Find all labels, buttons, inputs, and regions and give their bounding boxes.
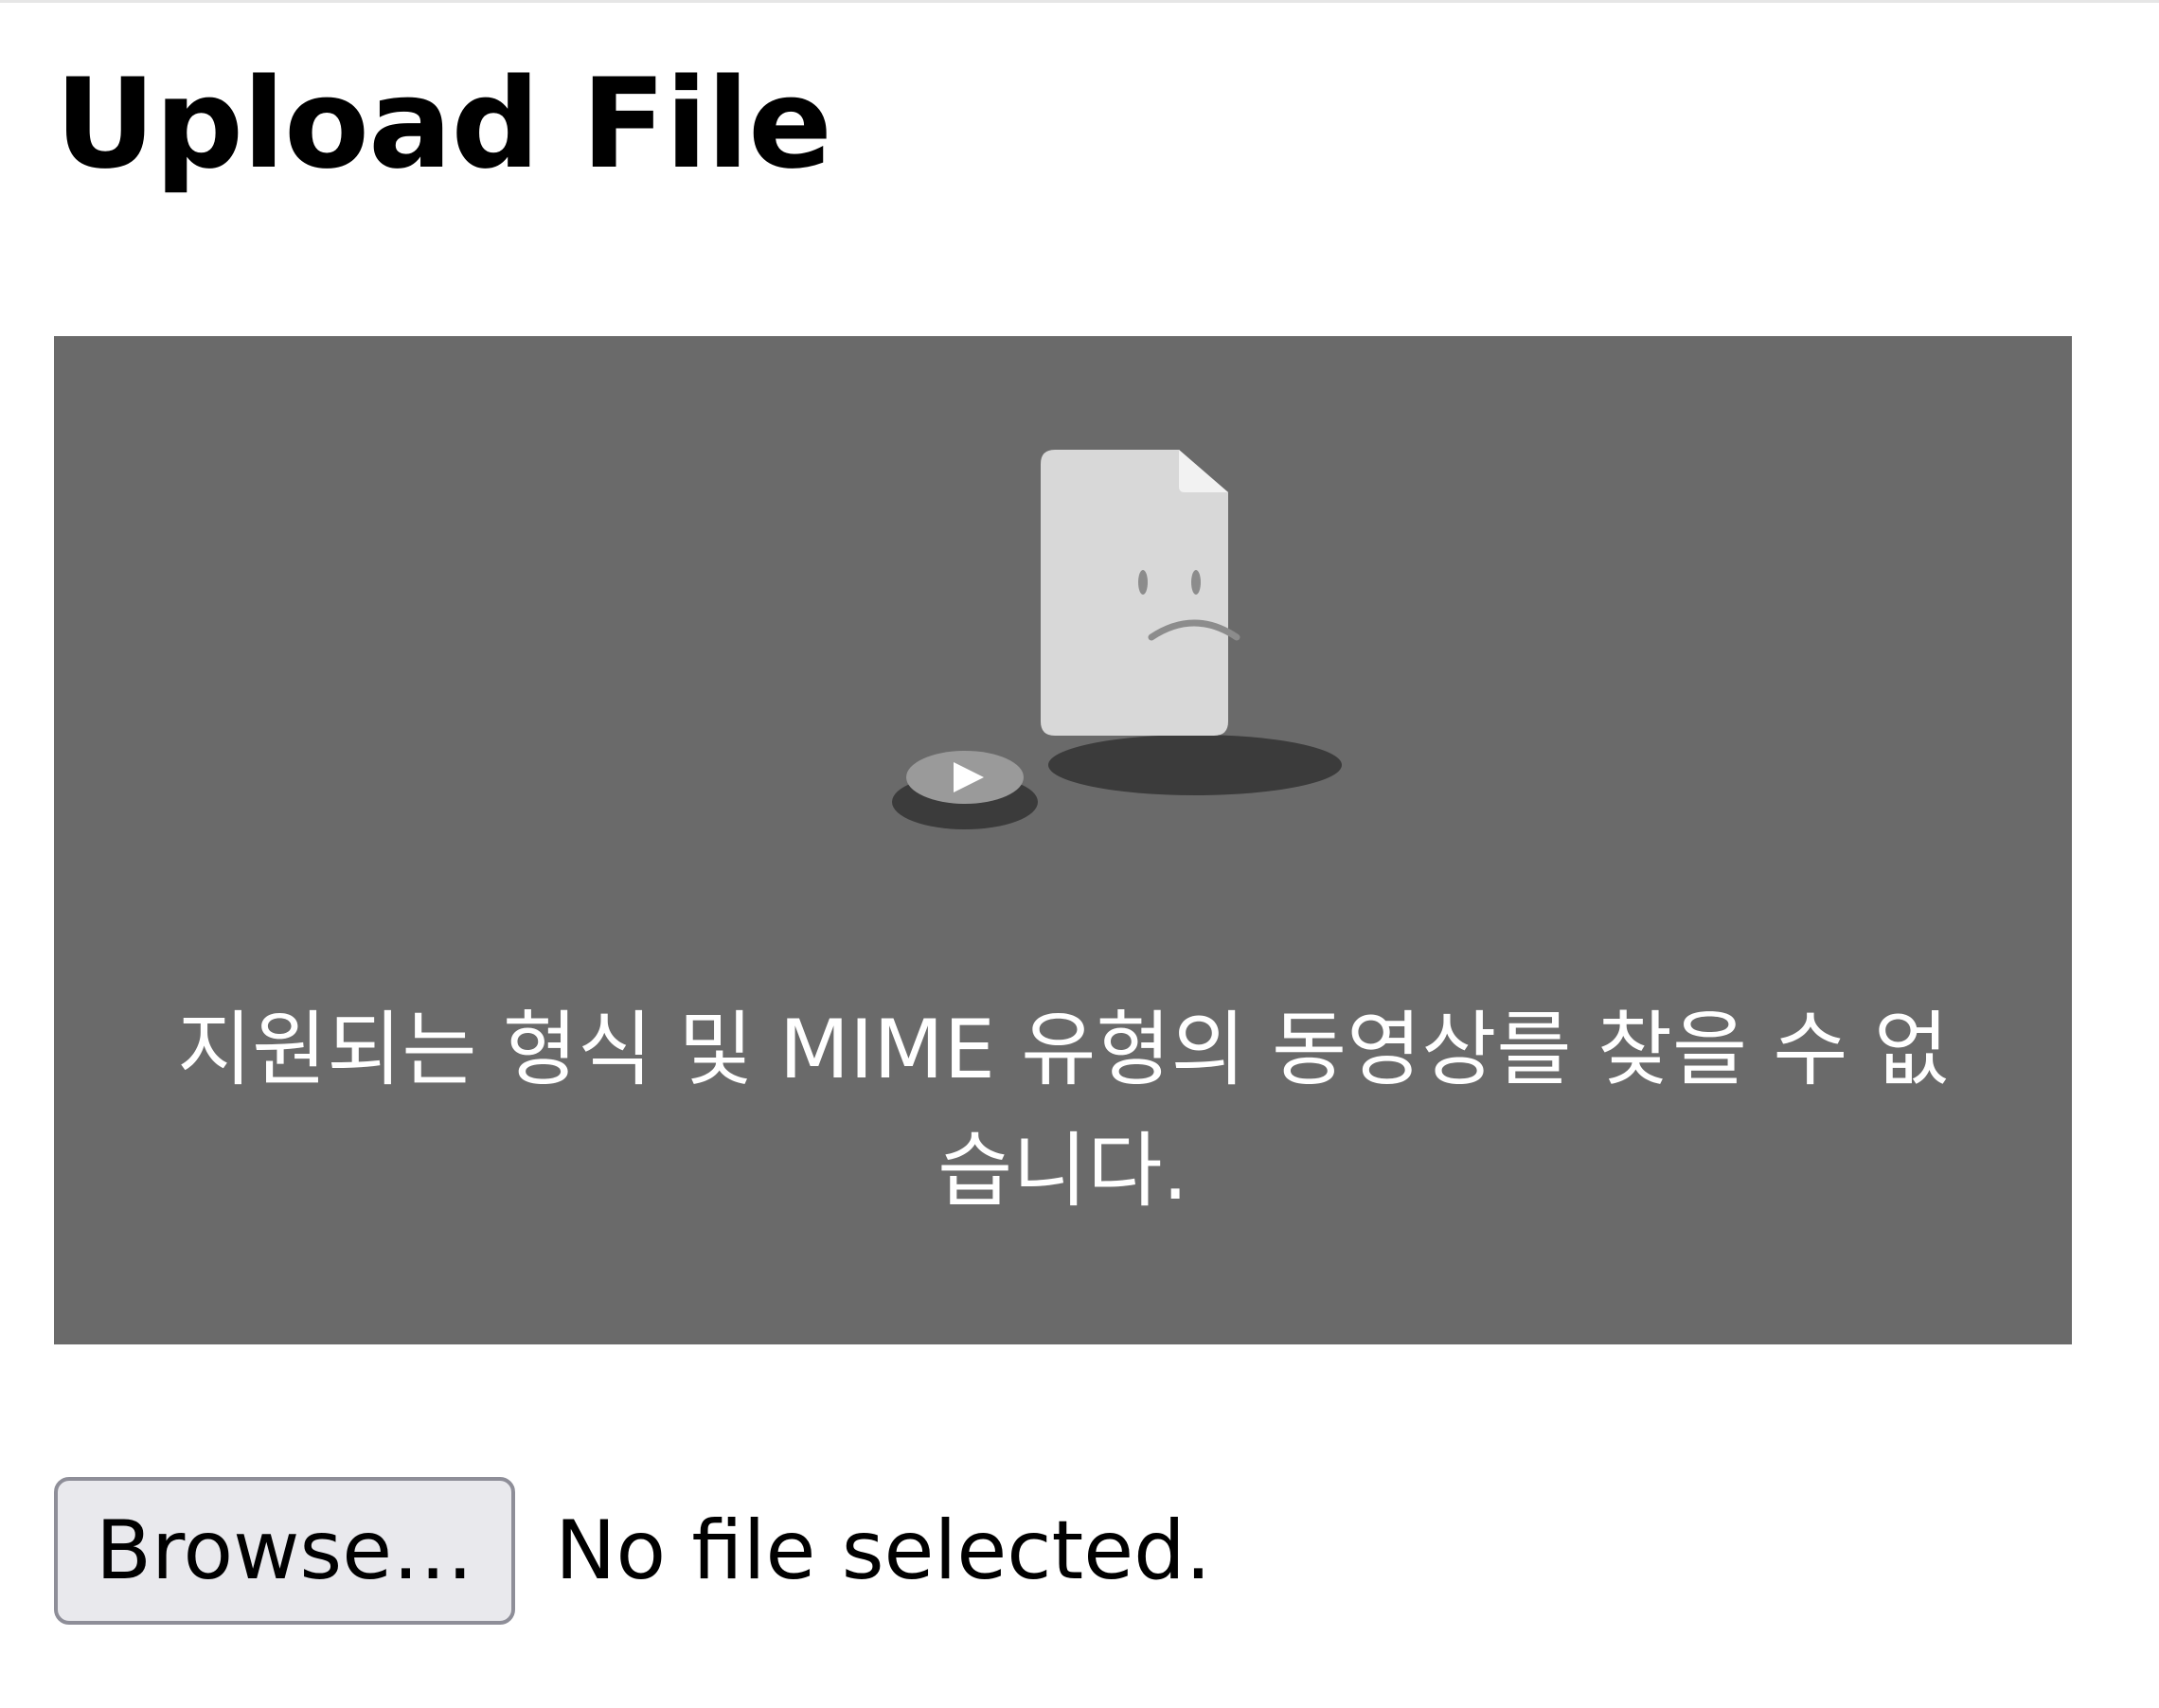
browse-button[interactable]: Browse…: [54, 1477, 516, 1625]
page-title: Upload File: [55, 51, 832, 196]
play-disc-icon: [906, 751, 1024, 804]
unsupported-video-illustration: [892, 450, 1342, 829]
video-error-message: 지원되는 형식 및 MIME 유형의 동영상를 찾을 수 없습니다.: [177, 1003, 1949, 1219]
top-divider: [0, 0, 2159, 3]
file-status-text: No file selected.: [555, 1503, 1212, 1598]
document-shadow: [1048, 735, 1342, 795]
sad-document-icon: [1041, 450, 1240, 736]
video-player[interactable]: 지원되는 형식 및 MIME 유형의 동영상를 찾을 수 없습니다.: [54, 336, 2072, 1344]
file-picker[interactable]: Browse… No file selected.: [54, 1477, 1211, 1625]
